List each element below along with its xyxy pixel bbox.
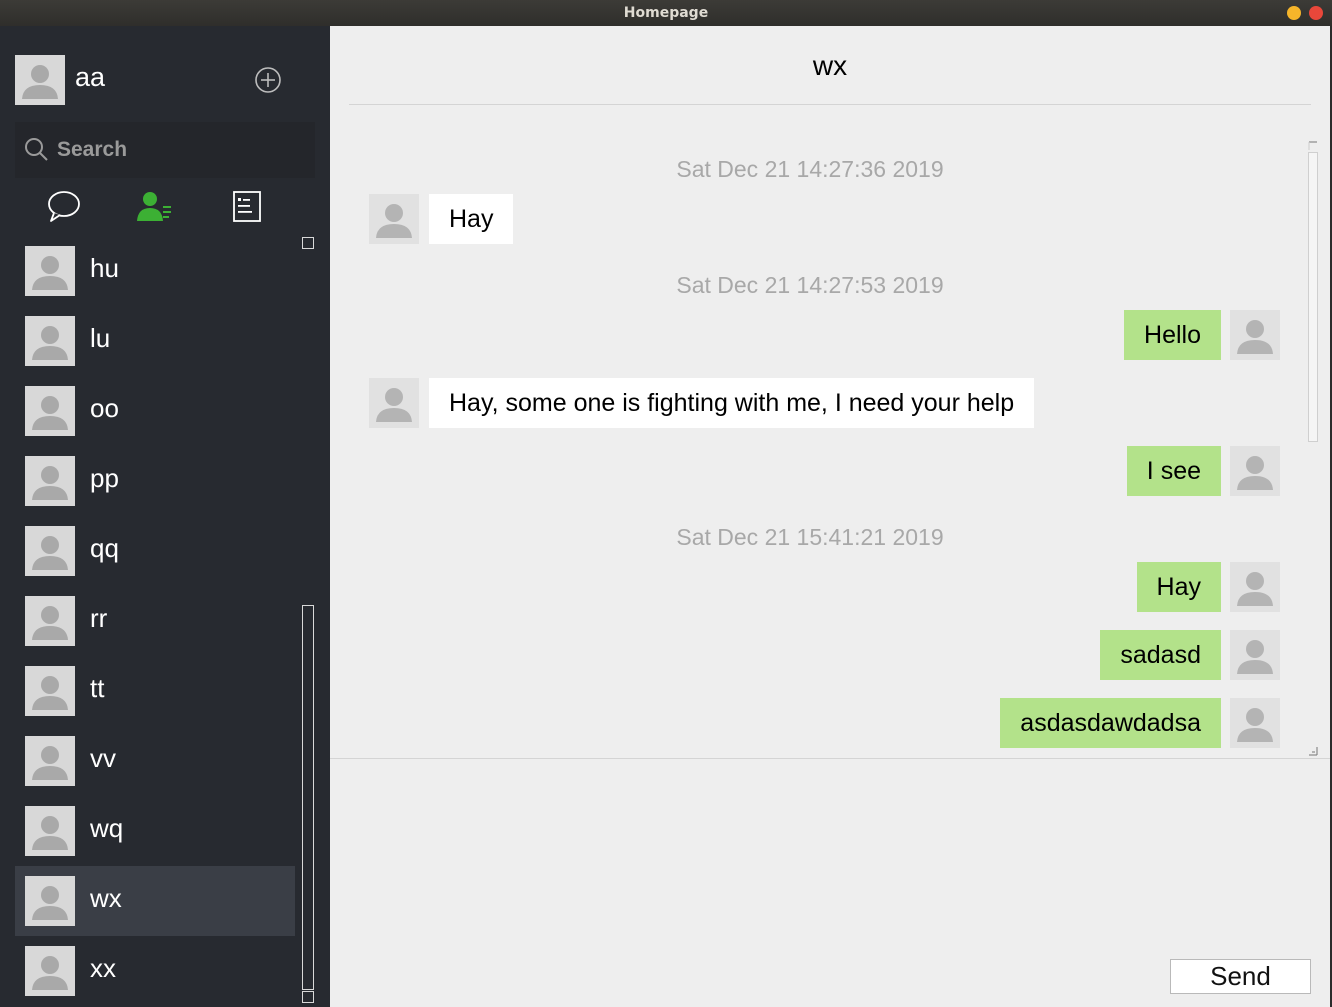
avatar	[25, 246, 75, 296]
contact-name: tt	[90, 673, 105, 703]
contact-name: rr	[90, 603, 108, 633]
timestamp: Sat Dec 21 14:27:53 2019	[676, 272, 944, 298]
contact-item[interactable]: oo	[15, 376, 295, 446]
contact-name: wx	[90, 883, 122, 913]
outgoing-message: Hello	[1124, 310, 1221, 360]
chat-bubble-icon	[48, 191, 80, 222]
contact-name: vv	[90, 743, 116, 773]
outgoing-message: Hay	[1136, 562, 1221, 612]
timestamp: Sat Dec 21 15:41:21 2019	[676, 524, 944, 550]
chat-panel: wx Sat Dec 21 14:27:36 2019 Hay Sat Dec 21…	[330, 26, 1330, 1007]
contact-item[interactable]: pp	[15, 446, 295, 516]
tab-chats[interactable]	[44, 189, 84, 225]
outgoing-message: I see	[1126, 446, 1221, 496]
avatar	[25, 666, 75, 716]
tab-contacts[interactable]	[135, 189, 175, 225]
search-icon	[25, 138, 48, 161]
contact-name: qq	[90, 533, 119, 563]
user-name: aa	[75, 62, 106, 92]
contact-name: pp	[90, 463, 119, 493]
outgoing-message: sadasd	[1100, 630, 1221, 680]
scroll-up-button[interactable]	[302, 237, 314, 249]
contact-item[interactable]: hu	[15, 236, 295, 306]
avatar	[25, 876, 75, 926]
contact-item[interactable]: rr	[15, 586, 295, 656]
contact-item[interactable]: xx	[15, 936, 295, 1006]
tab-list[interactable]	[228, 189, 268, 225]
contact-name: oo	[90, 393, 119, 423]
scroll-down-button[interactable]	[302, 991, 314, 1003]
sender-avatar	[369, 378, 419, 428]
self-avatar	[1230, 698, 1280, 748]
message-input[interactable]	[348, 771, 1308, 951]
search-bar	[15, 122, 315, 178]
contacts-icon	[137, 192, 171, 221]
user-avatar-icon[interactable]	[15, 55, 65, 105]
avatar	[25, 946, 75, 996]
contact-item[interactable]: qq	[15, 516, 295, 586]
contact-name: xx	[90, 953, 116, 983]
scroll-up-arrow-icon[interactable]	[1306, 138, 1320, 152]
contact-name: lu	[90, 323, 111, 353]
window-title: Homepage	[623, 5, 709, 21]
self-avatar	[1230, 310, 1280, 360]
sidebar: aa Search hu lu oo pp qq rr tt vv wq wx …	[0, 26, 330, 1007]
avatar	[25, 316, 75, 366]
app-window: Homepage aa Search hu lu oo pp qq rr tt …	[0, 0, 1332, 1007]
contact-item[interactable]: wx	[15, 866, 295, 936]
scroll-down-arrow-icon[interactable]	[1306, 744, 1320, 758]
self-avatar	[1230, 562, 1280, 612]
composer: Send	[330, 758, 1330, 1007]
contact-name: hu	[90, 253, 119, 283]
close-button[interactable]	[1309, 6, 1323, 20]
contact-name: wq	[90, 813, 124, 843]
avatar	[25, 386, 75, 436]
incoming-message: Hay	[429, 194, 514, 244]
sender-avatar	[369, 194, 419, 244]
avatar	[25, 736, 75, 786]
self-avatar	[1230, 630, 1280, 680]
avatar	[25, 806, 75, 856]
message-list[interactable]: Sat Dec 21 14:27:36 2019 Hay Sat Dec 21 14…	[330, 136, 1306, 758]
title-bar: Homepage	[0, 0, 1332, 26]
sidebar-scrollbar-thumb[interactable]	[302, 605, 314, 990]
contact-item[interactable]: vv	[15, 726, 295, 796]
contact-list: hu lu oo pp qq rr tt vv wq wx xx	[15, 236, 295, 1007]
avatar	[25, 456, 75, 506]
contact-item[interactable]: tt	[15, 656, 295, 726]
divider	[349, 104, 1311, 105]
contact-item[interactable]: lu	[15, 306, 295, 376]
avatar	[25, 526, 75, 576]
message-scrollbar-thumb[interactable]	[1308, 152, 1318, 442]
send-button[interactable]: Send	[1170, 959, 1311, 994]
contact-item[interactable]: wq	[15, 796, 295, 866]
message-scrollbar[interactable]	[1306, 138, 1320, 760]
outgoing-message: asdasdawdadsa	[1000, 698, 1221, 748]
avatar	[25, 596, 75, 646]
list-icon	[233, 191, 261, 222]
minimize-button[interactable]	[1287, 6, 1301, 20]
incoming-message: Hay, some one is fighting with me, I nee…	[429, 378, 1035, 428]
chat-title: wx	[812, 50, 848, 81]
self-avatar	[1230, 446, 1280, 496]
search-input[interactable]	[57, 134, 297, 166]
timestamp: Sat Dec 21 14:27:36 2019	[676, 156, 944, 182]
add-icon[interactable]	[254, 66, 282, 94]
